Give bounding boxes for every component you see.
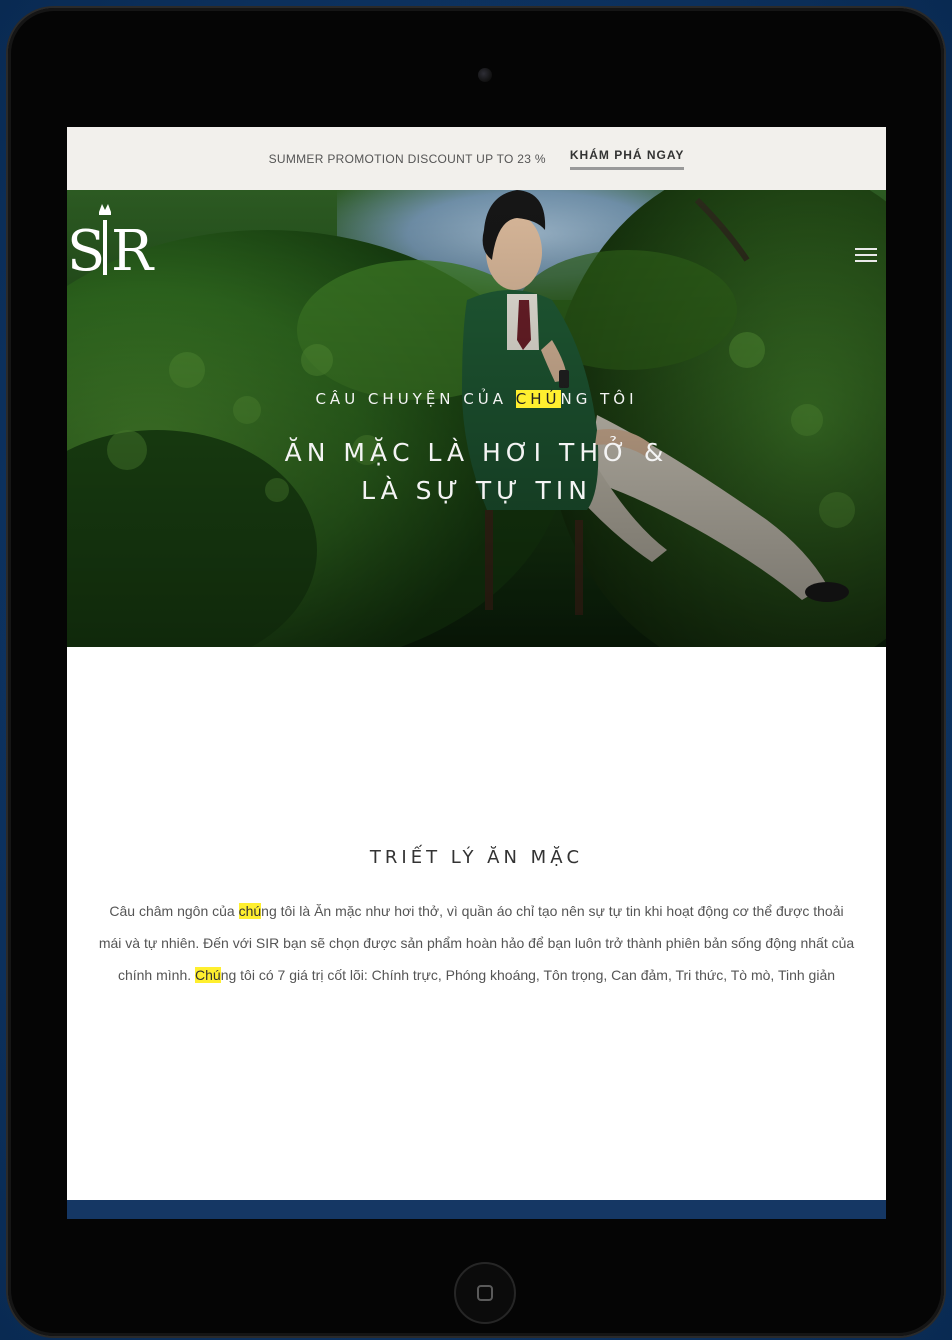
hero-title-line-1: ĂN MẶC LÀ HƠI THỞ & xyxy=(284,438,669,467)
hero-kicker-post: NG TÔI xyxy=(560,390,638,408)
screen: SUMMER PROMOTION DISCOUNT UP TO 23 % KHÁ… xyxy=(67,127,886,1219)
philosophy-body-part-3: ng tôi có 7 giá trị cốt lõi: Chính trực,… xyxy=(220,967,836,983)
hamburger-menu-icon[interactable] xyxy=(855,248,877,264)
philosophy-title: TRIẾT LÝ ĂN MẶC xyxy=(369,847,584,868)
logo-letter-s: S xyxy=(67,219,105,280)
home-button[interactable] xyxy=(454,1262,516,1324)
hero-kicker-pre: CÂU CHUYỆN CỦA xyxy=(315,390,516,408)
promo-text: SUMMER PROMOTION DISCOUNT UP TO 23 % xyxy=(268,151,546,166)
philosophy-body-part-1: Câu châm ngôn của xyxy=(109,903,239,919)
philosophy-body-highlight-1: chú xyxy=(238,903,262,919)
hero-text: CÂU CHUYỆN CỦA CHÚNG TÔI ĂN MẶC LÀ HƠI T… xyxy=(67,390,886,510)
hero-title: ĂN MẶC LÀ HƠI THỞ & LÀ SỰ TỰ TIN xyxy=(67,434,886,510)
hero-kicker: CÂU CHUYỆN CỦA CHÚNG TÔI xyxy=(67,390,886,408)
promo-bar: SUMMER PROMOTION DISCOUNT UP TO 23 % KHÁ… xyxy=(67,127,886,190)
philosophy-body-highlight-2: Chú xyxy=(195,967,221,983)
hero-kicker-highlight: CHÚ xyxy=(515,390,561,408)
explore-now-link[interactable]: KHÁM PHÁ NGAY xyxy=(569,148,685,170)
camera-icon xyxy=(478,68,492,82)
philosophy-body: Câu châm ngôn của chúng tôi là Ăn mặc nh… xyxy=(97,895,856,991)
sir-logo[interactable]: S R xyxy=(67,190,157,280)
hero-banner: S R CÂU CHUYỆN CỦA CHÚNG TÔI ĂN MẶC LÀ H… xyxy=(67,190,886,647)
logo-letter-r: R xyxy=(111,219,155,280)
home-square-icon xyxy=(477,1285,493,1301)
philosophy-section: TRIẾT LÝ ĂN MẶC Câu châm ngôn của chúng … xyxy=(67,647,886,1200)
footer-band xyxy=(67,1200,886,1219)
hero-title-line-2: LÀ SỰ TỰ TIN xyxy=(361,476,592,505)
